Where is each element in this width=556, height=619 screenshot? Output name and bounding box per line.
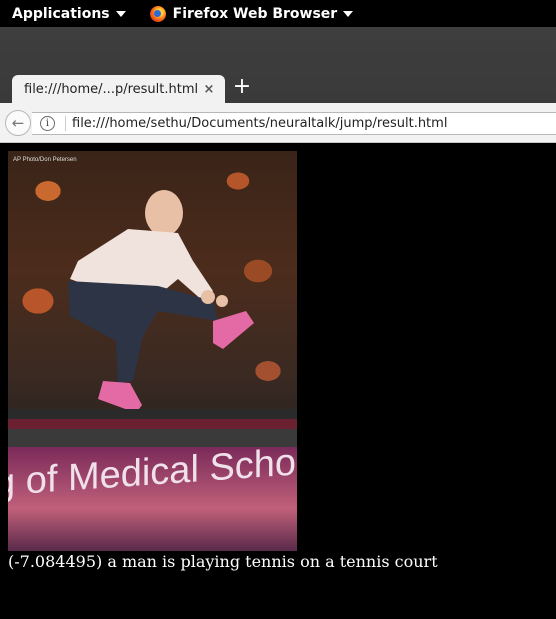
back-button[interactable]: ← xyxy=(5,110,31,136)
applications-menu-label: Applications xyxy=(12,5,110,22)
new-tab-button[interactable]: + xyxy=(232,76,252,100)
close-tab-icon[interactable]: × xyxy=(199,82,219,97)
firefox-app-menu-label: Firefox Web Browser xyxy=(172,5,338,22)
firefox-icon xyxy=(149,5,166,22)
applications-menu[interactable]: Applications xyxy=(12,0,126,27)
url-separator xyxy=(65,116,66,131)
caption-text: (-7.084495) a man is playing tennis on a… xyxy=(8,552,438,571)
tab-strip: file:///home/...p/result.html × + xyxy=(0,27,556,103)
photo-credit: AP Photo/Don Petersen xyxy=(13,157,77,163)
navigation-toolbar: ← i file:///home/sethu/Documents/neuralt… xyxy=(0,103,556,143)
result-photo: g of Medical School AP Photo/Don Peterse… xyxy=(8,151,297,551)
caret-down-icon xyxy=(343,10,354,17)
page-content: g of Medical School AP Photo/Don Peterse… xyxy=(0,144,556,619)
url-bar[interactable]: i file:///home/sethu/Documents/neuraltal… xyxy=(32,112,556,135)
site-info-icon[interactable]: i xyxy=(40,116,55,131)
url-text[interactable]: file:///home/sethu/Documents/neuraltalk/… xyxy=(72,116,447,131)
gnome-top-bar: Applications Firefox Web Browser xyxy=(0,0,556,27)
tab-title: file:///home/...p/result.html xyxy=(24,81,199,97)
tab-result-html[interactable]: file:///home/...p/result.html × xyxy=(12,75,225,103)
caret-down-icon xyxy=(115,10,126,17)
back-arrow-icon: ← xyxy=(11,114,25,132)
firefox-app-menu[interactable]: Firefox Web Browser xyxy=(149,0,354,27)
